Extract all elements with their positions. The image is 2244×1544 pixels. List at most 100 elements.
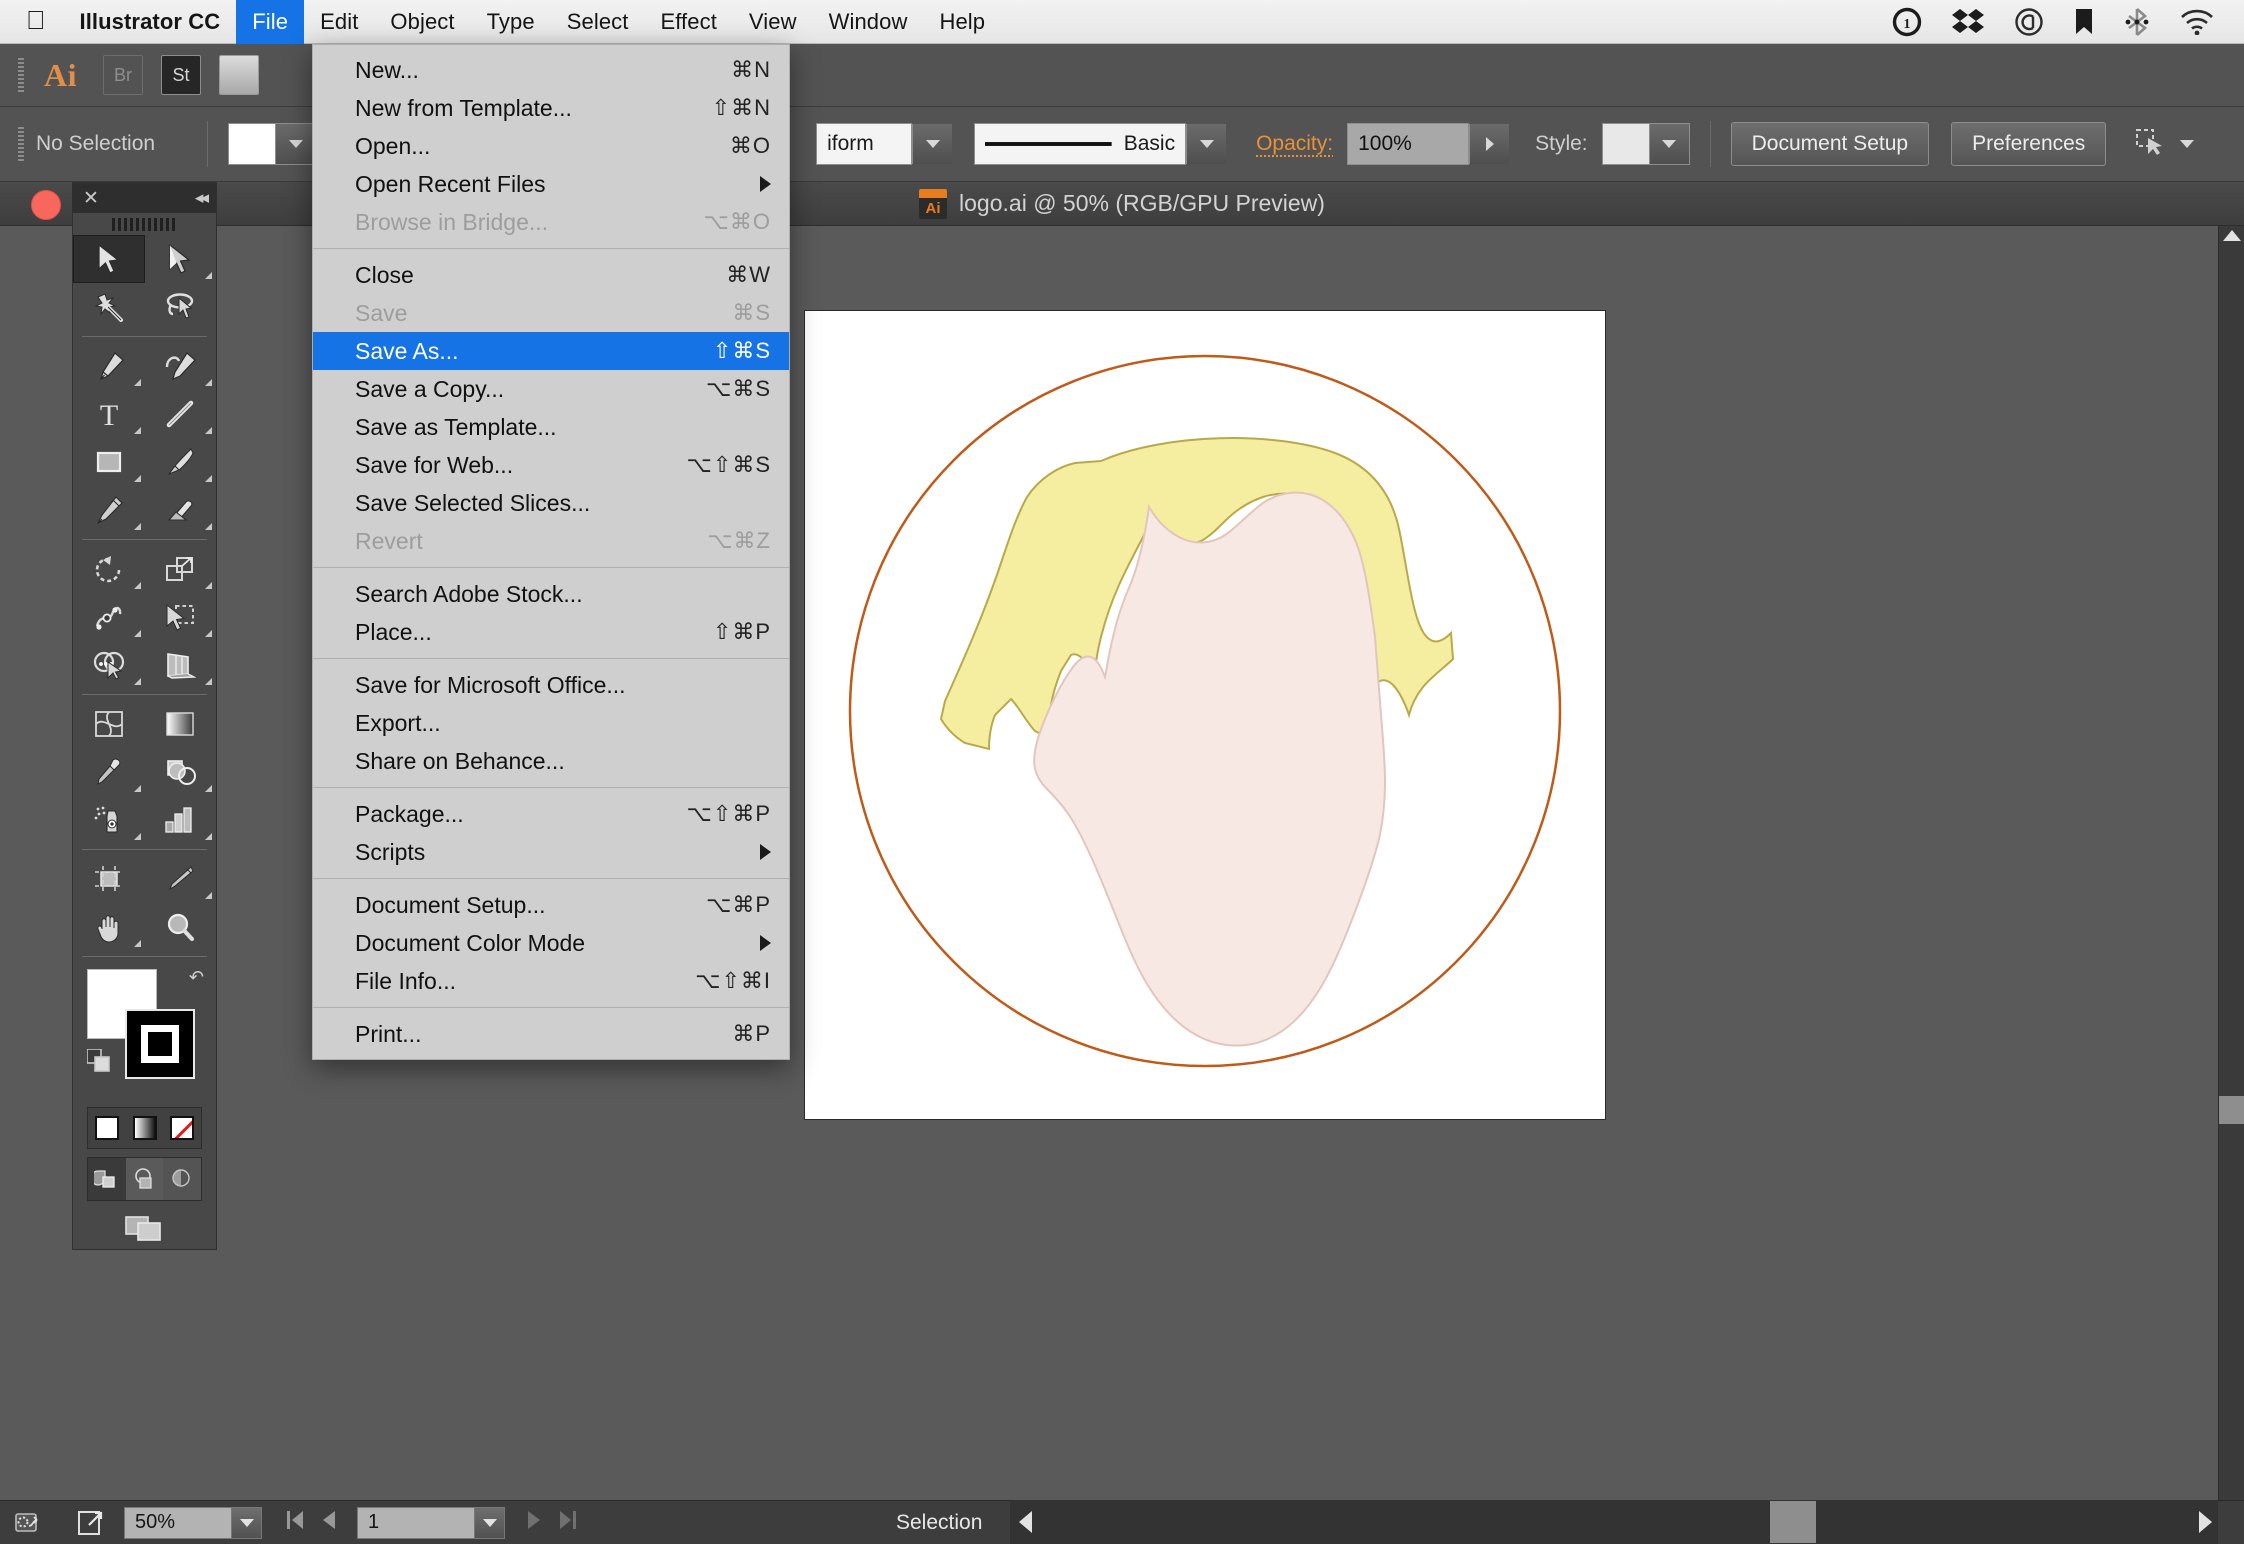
swap-fill-stroke-icon[interactable]: ↶	[189, 967, 204, 988]
close-icon[interactable]: ✕	[83, 189, 99, 208]
file-menu-item-save-for-web[interactable]: Save for Web... ⌥⇧⌘S	[313, 446, 789, 484]
slice-tool[interactable]	[145, 855, 217, 903]
zoom-level-control[interactable]: 50%	[124, 1506, 262, 1539]
horizontal-scrollbar[interactable]	[1010, 1500, 2218, 1544]
opacity-control[interactable]: 100%	[1347, 123, 1510, 165]
file-menu-item-new-from-template[interactable]: New from Template... ⇧⌘N	[313, 89, 789, 127]
perspective-grid-tool[interactable]	[145, 641, 217, 689]
zoom-tool[interactable]	[145, 903, 217, 951]
column-graph-tool[interactable]	[145, 796, 217, 844]
brush-definition-value[interactable]: Basic	[974, 123, 1187, 165]
align-dropdown-icon[interactable]	[2180, 140, 2195, 148]
menu-effect[interactable]: Effect	[644, 0, 732, 44]
scroll-up-arrow-icon[interactable]	[2223, 230, 2241, 241]
graphic-style-dropdown-icon[interactable]	[1648, 124, 1689, 164]
gradient-tool[interactable]	[145, 700, 217, 748]
stock-button[interactable]: St	[161, 55, 201, 95]
brush-definition-dropdown-icon[interactable]	[1186, 124, 1227, 164]
mesh-tool[interactable]	[73, 700, 145, 748]
stroke-color-swatch[interactable]	[125, 1009, 195, 1079]
selection-tool[interactable]	[73, 235, 145, 283]
bluetooth-icon[interactable]	[2124, 7, 2150, 37]
menu-help[interactable]: Help	[923, 0, 1001, 44]
logo-artwork[interactable]	[805, 311, 1605, 1119]
artboard-dropdown-icon[interactable]	[475, 1506, 505, 1539]
none-mode-icon[interactable]	[163, 1108, 201, 1148]
vertical-scroll-thumb[interactable]	[2219, 1096, 2244, 1124]
menu-view[interactable]: View	[733, 0, 813, 44]
file-menu-item-save-as[interactable]: Save As... ⇧⌘S	[313, 332, 789, 370]
horizontal-scroll-thumb[interactable]	[1770, 1501, 1816, 1543]
artboard-number-control[interactable]: 1	[357, 1506, 505, 1539]
scroll-right-arrow-icon[interactable]	[2199, 1511, 2212, 1533]
gradient-mode-icon[interactable]	[126, 1108, 164, 1148]
default-fill-stroke-icon[interactable]	[86, 1048, 113, 1075]
stroke-profile-control[interactable]: iform	[816, 123, 953, 165]
menu-edit[interactable]: Edit	[304, 0, 374, 44]
menu-file[interactable]: File	[236, 0, 305, 44]
file-menu-item-document-color-mode[interactable]: Document Color Mode	[313, 924, 789, 962]
artboard-tool[interactable]	[73, 855, 145, 903]
blend-tool[interactable]	[145, 748, 217, 796]
vertical-scrollbar[interactable]	[2218, 226, 2244, 1508]
graphic-style-swatch[interactable]	[1602, 124, 1649, 164]
brush-definition-control[interactable]: Basic	[974, 123, 1227, 165]
first-artboard-icon[interactable]	[284, 1508, 306, 1538]
width-tool[interactable]	[73, 593, 145, 641]
rectangle-tool[interactable]	[73, 438, 145, 486]
menu-select[interactable]: Select	[551, 0, 645, 44]
opacity-dropdown-icon[interactable]	[1469, 124, 1510, 164]
preferences-button[interactable]: Preferences	[1951, 122, 2107, 166]
panel-grip-icon[interactable]	[73, 213, 216, 235]
file-menu-item-save-selected-slices[interactable]: Save Selected Slices...	[313, 484, 789, 522]
align-objects-icon[interactable]	[2132, 124, 2166, 164]
file-menu-item-save-for-microsoft-office[interactable]: Save for Microsoft Office...	[313, 666, 789, 704]
type-tool[interactable]: T	[73, 390, 145, 438]
eraser-tool[interactable]	[145, 486, 217, 534]
fill-color-control[interactable]	[228, 123, 317, 165]
opacity-value[interactable]: 100%	[1347, 123, 1470, 165]
file-menu-item-save-as-template[interactable]: Save as Template...	[313, 408, 789, 446]
normal-screen-mode-icon[interactable]	[88, 1158, 126, 1200]
stroke-profile-dropdown-icon[interactable]	[912, 124, 953, 164]
menu-window[interactable]: Window	[813, 0, 924, 44]
scroll-left-arrow-icon[interactable]	[1019, 1511, 1032, 1533]
file-menu-item-search-adobe-stock[interactable]: Search Adobe Stock...	[313, 575, 789, 613]
artboard-number-value[interactable]: 1	[357, 1506, 475, 1539]
share-export-icon[interactable]	[76, 1509, 104, 1537]
fill-dropdown-icon[interactable]	[275, 124, 316, 164]
color-mode-icon[interactable]	[88, 1108, 126, 1148]
dropbox-icon[interactable]	[1952, 8, 1984, 36]
zoom-level-value[interactable]: 50%	[124, 1506, 232, 1539]
file-menu-dropdown[interactable]: New... ⌘N New from Template... ⇧⌘N Open... ⌘O…	[312, 44, 790, 1060]
document-tab[interactable]: Ai logo.ai @ 50% (RGB/GPU Preview)	[919, 188, 1325, 219]
window-close-button[interactable]	[31, 190, 61, 220]
next-artboard-icon[interactable]	[525, 1508, 543, 1538]
hand-tool[interactable]	[73, 903, 145, 951]
apple-logo-icon[interactable]: 	[0, 7, 64, 37]
graphic-style-control[interactable]	[1601, 123, 1690, 165]
control-bar-grip-icon[interactable]	[18, 127, 24, 161]
paintbrush-tool[interactable]	[145, 438, 217, 486]
scale-tool[interactable]	[145, 545, 217, 593]
file-menu-item-share-on-behance[interactable]: Share on Behance...	[313, 742, 789, 780]
preferences-gear-icon[interactable]	[14, 1510, 48, 1536]
file-menu-item-document-setup[interactable]: Document Setup... ⌥⌘P	[313, 886, 789, 924]
file-menu-item-package[interactable]: Package... ⌥⇧⌘P	[313, 795, 789, 833]
stroke-profile-value[interactable]: iform	[816, 123, 913, 165]
file-menu-item-file-info[interactable]: File Info... ⌥⇧⌘I	[313, 962, 789, 1000]
creative-cloud-icon[interactable]	[2014, 7, 2044, 37]
file-menu-item-open[interactable]: Open... ⌘O	[313, 127, 789, 165]
menu-type[interactable]: Type	[471, 0, 551, 44]
arrange-documents-button[interactable]	[219, 55, 259, 95]
file-menu-item-new[interactable]: New... ⌘N	[313, 51, 789, 89]
file-menu-item-place[interactable]: Place... ⇧⌘P	[313, 613, 789, 651]
eyedropper-tool[interactable]	[73, 748, 145, 796]
file-menu-item-close[interactable]: Close ⌘W	[313, 256, 789, 294]
file-menu-item-open-recent-files[interactable]: Open Recent Files	[313, 165, 789, 203]
magic-wand-tool[interactable]	[73, 283, 145, 331]
full-screen-menu-bar-icon[interactable]	[125, 1158, 164, 1200]
direct-selection-tool[interactable]	[145, 235, 217, 283]
drawing-modes-icon[interactable]	[73, 1201, 216, 1255]
opacity-label[interactable]: Opacity:	[1256, 132, 1333, 156]
